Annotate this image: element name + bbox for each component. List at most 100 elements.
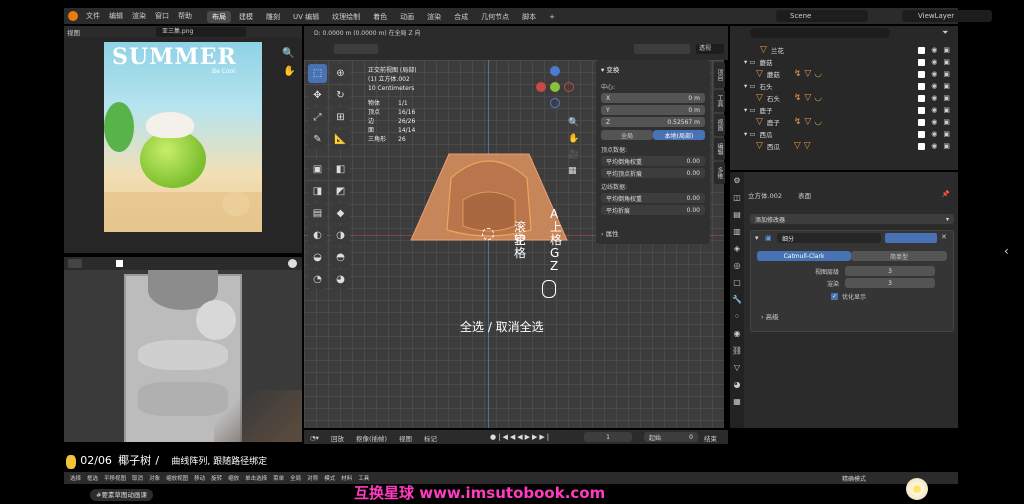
catmull-clark-button[interactable]: Catmull-Clark [757,251,851,261]
loopcut-tool-icon[interactable]: ▤ [308,204,327,223]
3d-cursor-icon[interactable] [482,228,494,240]
start-frame-field[interactable]: 起始 0 [644,432,698,442]
data-props-icon[interactable]: ▽ [730,359,744,376]
gizmo-x-axis[interactable] [536,82,546,92]
pan-view-icon[interactable]: ✋ [568,134,582,144]
properties-section-header[interactable]: › 属性 [601,228,619,238]
exclude-checkbox[interactable] [918,94,926,102]
tab-texture-paint[interactable]: 纹理绘制 [327,11,365,23]
menu-file[interactable]: 文件 [86,11,100,21]
inset-tool-icon[interactable]: ◨ [308,182,327,201]
render-camera-icon[interactable]: ▣ [943,118,950,126]
visibility-eye-icon[interactable]: ◉ [931,46,937,54]
tab-tool[interactable]: 工具 [714,90,725,112]
ortho-toggle-icon[interactable]: ▦ [568,166,582,176]
visibility-eye-icon[interactable]: ◉ [931,130,937,138]
outliner-row[interactable]: ▽ 石头 ↯ ▽ ◡ ◉ ▣ [730,92,958,104]
pin-icon[interactable]: 📌 [942,190,950,198]
playback-menu[interactable]: 回放 [331,433,344,443]
simple-button[interactable]: 简单型 [851,251,947,261]
scale-tool-icon[interactable]: ⤢ [308,108,327,127]
zoom-view-icon[interactable]: 🔍 [568,118,582,128]
blender-logo-icon[interactable] [68,11,78,21]
select-mode-buttons[interactable] [334,44,378,54]
transform-tool-icon[interactable]: ⊞ [331,108,350,127]
output-props-icon[interactable]: ▤ [730,206,744,223]
viewlayer-selector[interactable]: ViewLayer [902,10,992,22]
measure-tool-icon[interactable]: 📐 [331,130,350,149]
tab-item[interactable]: 项目 [714,62,725,88]
render-props-icon[interactable]: ◫ [730,189,744,206]
render-camera-icon[interactable]: ▣ [943,82,950,90]
visibility-eye-icon[interactable]: ◉ [931,106,937,114]
local-button[interactable]: 本地(局部) [653,130,705,140]
exclude-checkbox[interactable] [918,130,926,138]
levels-viewport-field[interactable]: 3 [845,266,935,276]
preview-viewport[interactable] [64,270,302,442]
image-editor-view-menu[interactable]: 视图 [67,27,80,37]
view-menu[interactable]: 视图 [399,433,412,443]
edge-bevel-field[interactable]: 平均倒角权重 0.00 [601,193,705,203]
add-workspace-icon[interactable]: + [544,12,560,22]
end-frame-label[interactable]: 结束 [704,433,717,443]
collapse-chevron-icon[interactable]: ▾ [755,234,759,242]
shear-tool-icon[interactable]: ◕ [331,270,350,289]
edge-slide-tool-icon[interactable]: ◓ [331,248,350,267]
visibility-eye-icon[interactable]: ◉ [931,118,937,126]
tab-geometry-nodes[interactable]: 几何节点 [476,11,514,23]
outliner-search[interactable] [750,28,890,38]
tab-rendering[interactable]: 渲染 [422,11,446,23]
menu-render[interactable]: 渲染 [132,11,146,21]
tab-shading[interactable]: 着色 [368,11,392,23]
material-props-icon[interactable]: ◕ [730,376,744,393]
select-box-tool-icon[interactable]: ⬚ [308,64,327,83]
camera-view-icon[interactable]: 🎥 [568,150,582,160]
exclude-checkbox[interactable] [918,118,926,126]
outliner-row[interactable]: ▽ 兰花 ◉ ▣ [730,44,958,56]
render-camera-icon[interactable]: ▣ [943,70,950,78]
side-collapse-arrow-icon[interactable]: ‹ [1004,244,1009,258]
tab-animation[interactable]: 动画 [395,11,419,23]
timeline-editor-icon[interactable]: ◔▾ [310,434,319,442]
menu-window[interactable]: 窗口 [155,11,169,21]
median-y-field[interactable]: Y 0 m [601,105,705,115]
zoom-icon[interactable]: 🔍 [282,48,294,59]
smooth-tool-icon[interactable]: ◒ [308,248,327,267]
tab-edit[interactable]: 编辑 [714,138,725,160]
edge-crease-field[interactable]: 平均折痕 0.00 [601,205,705,215]
texture-props-icon[interactable]: ▦ [730,393,744,410]
particles-props-icon[interactable]: ⁘ [730,308,744,325]
render-camera-icon[interactable]: ▣ [943,46,950,54]
optimal-display-checkbox[interactable]: ✓ 优化显示 [831,292,866,301]
visibility-eye-icon[interactable]: ◉ [931,142,937,150]
world-props-icon[interactable]: ◎ [730,257,744,274]
outliner-row[interactable]: ▽ 西瓜 ▽ ▽ ◉ ▣ [730,140,958,152]
transform-orientation[interactable]: 透视 [696,44,724,54]
outliner-row[interactable]: ▾ ▭ 蘑菇 ◉ ▣ [730,56,958,68]
tab-scripting[interactable]: 脚本 [517,11,541,23]
mean-bevel-field[interactable]: 平均倒角权重 0.00 [601,156,705,166]
cursor-tool-icon[interactable]: ⊕ [331,64,350,83]
knife-tool-icon[interactable]: ◆ [331,204,350,223]
view-layer-icon[interactable]: ▥ [730,223,744,240]
tab-multi[interactable]: 多维 [714,162,725,184]
render-camera-icon[interactable]: ▣ [943,94,950,102]
marker-menu[interactable]: 标记 [424,433,437,443]
bevel-tool-icon[interactable]: ◩ [331,182,350,201]
outliner-row[interactable]: ▽ 鹿子 ↯ ▽ ◡ ◉ ▣ [730,116,958,128]
color-swatch-white[interactable] [116,260,123,267]
add-cube-tool-icon[interactable]: ▣ [308,160,327,179]
shrink-tool-icon[interactable]: ◔ [308,270,327,289]
outliner-row[interactable]: ▽ 蘑菇 ↯ ▽ ◡ ◉ ▣ [730,68,958,80]
tab-sculpting[interactable]: 雕刻 [261,11,285,23]
scene-props-icon[interactable]: ◈ [730,240,744,257]
exclude-checkbox[interactable] [918,70,926,78]
modifier-display-toggles[interactable] [885,233,937,243]
exclude-checkbox[interactable] [918,142,926,150]
tab-layout[interactable]: 布局 [207,11,231,23]
render-camera-icon[interactable]: ▣ [943,142,950,150]
exclude-checkbox[interactable] [918,46,926,54]
median-x-field[interactable]: X 0 m [601,93,705,103]
gizmo-y-axis[interactable] [550,82,560,92]
navigation-gizmo[interactable] [534,66,578,110]
